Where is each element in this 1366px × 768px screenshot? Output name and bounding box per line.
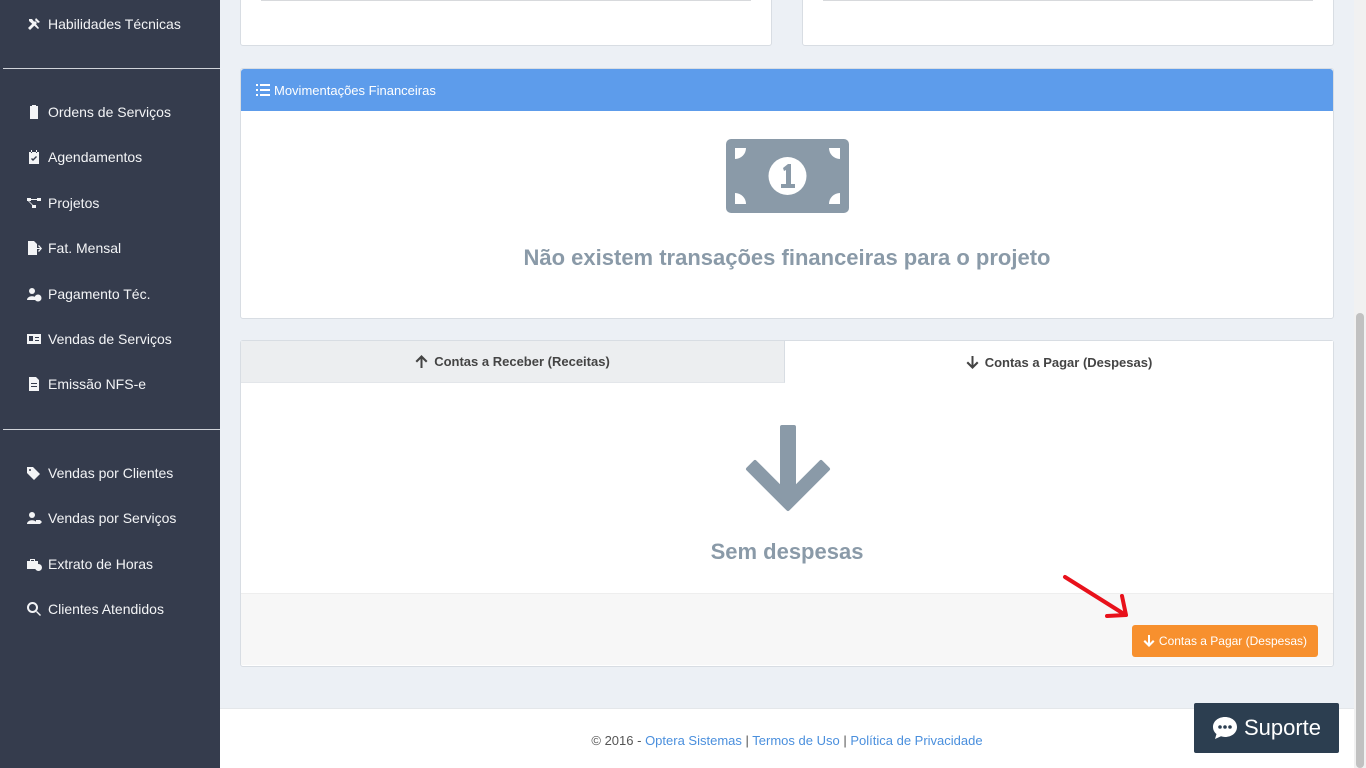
card-divider [261, 0, 751, 1]
sidebar-item-ordens-de-servicos[interactable]: Ordens de Serviços [26, 104, 171, 120]
sidebar-item-label: Pagamento Téc. [48, 286, 151, 302]
sidebar-item-label: Ordens de Serviços [48, 104, 171, 120]
sidebar-item-label: Emissão NFS-e [48, 376, 147, 392]
scrollbar-thumb[interactable] [1356, 313, 1364, 768]
sidebar-item-label: Fat. Mensal [48, 240, 122, 256]
financial-empty-message: Não existem transações financeiras para … [523, 245, 1051, 270]
sidebar-item-label: Clientes Atendidos [48, 601, 164, 617]
sidebar-item-label: Agendamentos [48, 149, 143, 165]
expenses-empty-message: Sem despesas [710, 539, 864, 564]
sidebar-item-agendamentos[interactable]: Agendamentos [26, 149, 142, 165]
sidebar-divider [3, 429, 220, 430]
financial-movements-panel: Movimentações Financeiras Não existem tr… [240, 68, 1334, 319]
sidebar-divider [3, 68, 220, 69]
support-label: Suporte [1243, 715, 1322, 740]
arrow-down-icon [966, 355, 979, 369]
card-divider [823, 0, 1313, 1]
arrow-down-large-icon [746, 425, 830, 511]
optera-sistemas-link[interactable]: Optera Sistemas [645, 733, 742, 748]
politica-de-privacidade-link[interactable]: Política de Privacidade [850, 733, 982, 748]
page-footer: © 2016 - Optera Sistemas | Termos de Uso… [220, 708, 1354, 768]
contas-a-pagar-button[interactable]: Contas a Pagar (Despesas) [1131, 625, 1318, 657]
user-tag-icon [27, 512, 42, 524]
sidebar-item-label: Extrato de Horas [48, 556, 154, 572]
file-alt-icon [29, 377, 39, 391]
sidebar-item-fat-mensal[interactable]: Fat. Mensal [26, 240, 121, 256]
sidebar: Habilidades Técnicas Ordens de Serviços … [0, 0, 220, 768]
sidebar-item-label: Habilidades Técnicas [48, 16, 181, 32]
sidebar-item-extrato-de-horas[interactable]: Extrato de Horas [26, 556, 153, 572]
support-button[interactable]: Suporte [1194, 703, 1339, 753]
tags-icon [27, 467, 40, 480]
sidebar-item-label: Vendas por Clientes [48, 465, 174, 481]
panel-header: Movimentações Financeiras [241, 69, 1333, 111]
sidebar-item-clientes-atendidos[interactable]: Clientes Atendidos [26, 601, 164, 617]
user-clock-icon [27, 288, 42, 302]
footer-separator: | [745, 733, 749, 748]
comment-dots-icon [1212, 717, 1237, 739]
main-content: Movimentações Financeiras Não existem tr… [220, 0, 1354, 768]
list-icon [256, 84, 270, 96]
sidebar-item-label: Vendas por Serviços [48, 510, 177, 526]
tab-contas-a-pagar[interactable]: Contas a Pagar (Despesas) [785, 341, 1333, 383]
top-left-card [240, 0, 772, 46]
tab-label: Contas a Receber (Receitas) [434, 354, 610, 369]
file-export-icon [28, 241, 42, 255]
money-bill-icon [726, 139, 849, 213]
sidebar-item-emissao-nfse[interactable]: Emissão NFS-e [26, 376, 146, 392]
id-card-icon [27, 334, 41, 344]
clipboard-icon [30, 105, 38, 119]
project-diagram-icon [27, 198, 41, 208]
copyright-text: © 2016 - [591, 733, 642, 748]
top-right-card [802, 0, 1334, 46]
arrow-down-icon [1143, 635, 1155, 647]
tab-contas-a-receber[interactable]: Contas a Receber (Receitas) [241, 341, 785, 383]
sidebar-item-label: Projetos [48, 195, 100, 211]
sidebar-item-habilidades-tecnicas[interactable]: Habilidades Técnicas [26, 16, 181, 32]
calendar-check-icon [29, 150, 39, 164]
button-label: Contas a Pagar (Despesas) [1158, 634, 1307, 648]
sidebar-item-label: Vendas de Serviços [48, 331, 172, 347]
termos-de-uso-link[interactable]: Termos de Uso [752, 733, 839, 748]
briefcase-clock-icon [27, 559, 42, 571]
sidebar-item-vendas-por-clientes[interactable]: Vendas por Clientes [26, 465, 173, 481]
page-scrollbar[interactable] [1354, 0, 1366, 768]
panel-title: Movimentações Financeiras [274, 82, 436, 98]
sidebar-item-projetos[interactable]: Projetos [26, 195, 99, 211]
accounts-tabs-panel: Contas a Receber (Receitas) Contas a Pag… [240, 340, 1334, 667]
annotation-arrow [1063, 575, 1128, 618]
tools-icon [28, 18, 40, 30]
tab-label: Contas a Pagar (Despesas) [984, 354, 1153, 370]
sidebar-item-pagamento-tec[interactable]: Pagamento Téc. [26, 286, 150, 302]
panel-footer: Contas a Pagar (Despesas) [241, 593, 1333, 665]
footer-separator: | [843, 733, 847, 748]
arrow-up-icon [415, 355, 428, 368]
search-icon [27, 602, 41, 616]
sidebar-item-vendas-por-servicos[interactable]: Vendas por Serviços [26, 510, 176, 526]
sidebar-item-vendas-de-servicos[interactable]: Vendas de Serviços [26, 331, 172, 347]
tab-bar: Contas a Receber (Receitas) Contas a Pag… [241, 341, 1333, 383]
